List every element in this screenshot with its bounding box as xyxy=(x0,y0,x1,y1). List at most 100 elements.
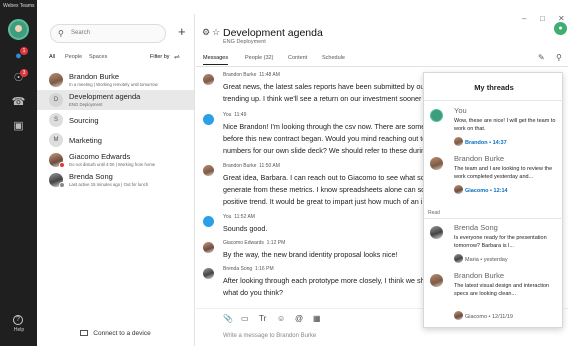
message-meta: You 11:49 xyxy=(223,112,247,118)
title-bar: Webex Teams xyxy=(0,0,568,14)
space-row-development-agenda[interactable]: D Development agenda ENG Deployment xyxy=(37,90,194,110)
avatar xyxy=(203,242,214,253)
avatar: S xyxy=(49,113,63,127)
thread-name: Brandon Burke xyxy=(454,154,505,163)
message-input[interactable]: Write a message to Brandon Burke xyxy=(223,333,316,339)
message-meta: Giacomo Edwards 1:12 PM xyxy=(223,240,286,246)
search-input[interactable]: ⚲ Search xyxy=(50,24,166,43)
avatar xyxy=(430,109,443,122)
connect-device-button[interactable]: Connect to a device xyxy=(37,330,194,337)
read-section-label: Read xyxy=(428,210,440,216)
filter-by[interactable]: Filter by xyxy=(150,54,170,60)
avatar xyxy=(454,137,463,146)
space-row-giacomo[interactable]: Giacomo Edwards Do not disturb until 4:0… xyxy=(37,150,194,170)
space-row-brenda[interactable]: Brenda Song Last active 15 minutes ago |… xyxy=(37,170,194,190)
settings-icon[interactable]: ⚙ xyxy=(202,27,210,38)
avatar xyxy=(454,254,463,263)
thread-name: Brandon Burke xyxy=(454,271,505,280)
space-status: In a meeting | Working remotely until to… xyxy=(69,82,158,87)
space-name: Brandon Burke xyxy=(69,72,120,81)
message-line: Great news, the latest sales reports hav… xyxy=(223,82,423,91)
left-rail: Webex Teams ● 1 ☉ 3 ☎ ▣ ? Help xyxy=(0,0,37,346)
avatar xyxy=(203,74,214,85)
threads-title: My threads xyxy=(474,83,514,92)
avatar xyxy=(430,226,443,239)
webex-window: Webex Teams ● 1 ☉ 3 ☎ ▣ ? Help ⚲ Search … xyxy=(0,0,568,346)
filter-spaces[interactable]: Spaces xyxy=(89,54,107,60)
avatar: M xyxy=(49,133,63,147)
space-name: Development agenda xyxy=(69,92,141,101)
add-button[interactable]: + xyxy=(178,25,186,39)
message-meta: Brandon Burke 11:48 AM xyxy=(223,72,280,78)
page-title: Development agenda xyxy=(223,27,323,39)
space-row-brandon[interactable]: Brandon Burke In a meeting | Working rem… xyxy=(37,70,194,90)
favorite-icon[interactable]: ☆ xyxy=(212,27,220,38)
gif-icon[interactable]: ▦ xyxy=(313,314,321,323)
avatar xyxy=(49,73,63,87)
attach-icon[interactable]: 📎 xyxy=(223,314,233,323)
spaces-list: Brandon Burke In a meeting | Working rem… xyxy=(37,70,194,190)
space-name: Giacomo Edwards xyxy=(69,152,131,161)
thread-meta: Brandon • 14:37 xyxy=(454,137,507,146)
emoji-icon[interactable]: ☺ xyxy=(277,314,285,323)
thread-text: Wow, these are nice! I will get the team… xyxy=(454,118,556,132)
calls-icon[interactable]: ☎ xyxy=(11,96,26,109)
search-icon: ⚲ xyxy=(58,29,64,38)
connect-label: Connect to a device xyxy=(93,330,151,337)
space-name: Sourcing xyxy=(69,116,99,125)
thread-meta: Giacomo • 12/11/19 xyxy=(454,311,513,320)
space-name: Brenda Song xyxy=(69,172,113,181)
avatar xyxy=(454,185,463,194)
filter-icon[interactable]: ⇌ xyxy=(174,53,180,61)
device-icon xyxy=(80,330,89,336)
message-line: what do you think? xyxy=(223,288,283,297)
space-status: Last active 15 minutes ago | Out for lun… xyxy=(69,182,149,187)
search-placeholder: Search xyxy=(71,30,91,36)
tab-content[interactable]: Content xyxy=(288,55,307,61)
meetings-icon[interactable]: ▣ xyxy=(11,120,26,133)
filter-tabs: All People Spaces Filter by ⇌ xyxy=(49,54,189,64)
minimize-icon[interactable]: – xyxy=(522,14,526,24)
message-meta: You 11:52 AM xyxy=(223,214,255,220)
profile-avatar[interactable] xyxy=(8,19,29,40)
avatar xyxy=(203,165,214,176)
filter-people[interactable]: People xyxy=(65,54,82,60)
away-status-icon xyxy=(59,182,65,188)
message-line: After looking through each prototype mor… xyxy=(223,276,423,285)
tab-people[interactable]: People (32) xyxy=(245,55,273,61)
thread-name: Brenda Song xyxy=(454,223,498,232)
divider xyxy=(424,218,564,219)
message-meta: Brenda Song 1:16 PM xyxy=(223,266,274,272)
thread-meta: Maria • yesterday xyxy=(454,254,508,263)
space-name: Marketing xyxy=(69,136,102,145)
teams-badge: 3 xyxy=(20,69,28,77)
search-icon[interactable]: ⚲ xyxy=(556,53,562,62)
help-label[interactable]: Help xyxy=(6,327,32,333)
maximize-icon[interactable]: □ xyxy=(540,14,545,24)
help-icon[interactable]: ? xyxy=(13,315,23,325)
tab-messages[interactable]: Messages xyxy=(203,55,229,65)
own-message-icon xyxy=(203,216,214,227)
divider xyxy=(424,100,564,101)
message-line: Nice Brandon! I'm looking through the cs… xyxy=(223,122,423,131)
mention-icon[interactable]: @ xyxy=(295,314,303,323)
presence-avatar[interactable]: ● xyxy=(554,22,567,35)
messaging-badge: 1 xyxy=(20,47,28,55)
space-row-marketing[interactable]: M Marketing xyxy=(37,130,194,150)
team-name: ENG Deployment xyxy=(223,39,266,45)
format-text-icon[interactable]: Tr xyxy=(259,314,266,323)
my-threads-popover: My threads You Wow, these are nice! I wi… xyxy=(423,72,564,328)
threads-icon[interactable]: ✎ xyxy=(538,53,545,62)
tab-schedule[interactable]: Schedule xyxy=(322,55,345,61)
spaces-panel: ⚲ Search + All People Spaces Filter by ⇌… xyxy=(37,14,195,346)
message-line: before this new contract began. Would yo… xyxy=(223,134,423,143)
share-screen-icon[interactable]: ▭ xyxy=(241,314,249,323)
space-row-sourcing[interactable]: S Sourcing xyxy=(37,110,194,130)
avatar xyxy=(430,274,443,287)
filter-all[interactable]: All xyxy=(49,54,55,60)
message-line: Sounds good. xyxy=(223,224,268,233)
message-line: Great idea, Barbara. I can reach out to … xyxy=(223,173,423,182)
dnd-status-icon xyxy=(59,162,65,168)
message-line: generate from these metrics. I know spre… xyxy=(223,185,423,194)
thread-name: You xyxy=(454,106,467,115)
